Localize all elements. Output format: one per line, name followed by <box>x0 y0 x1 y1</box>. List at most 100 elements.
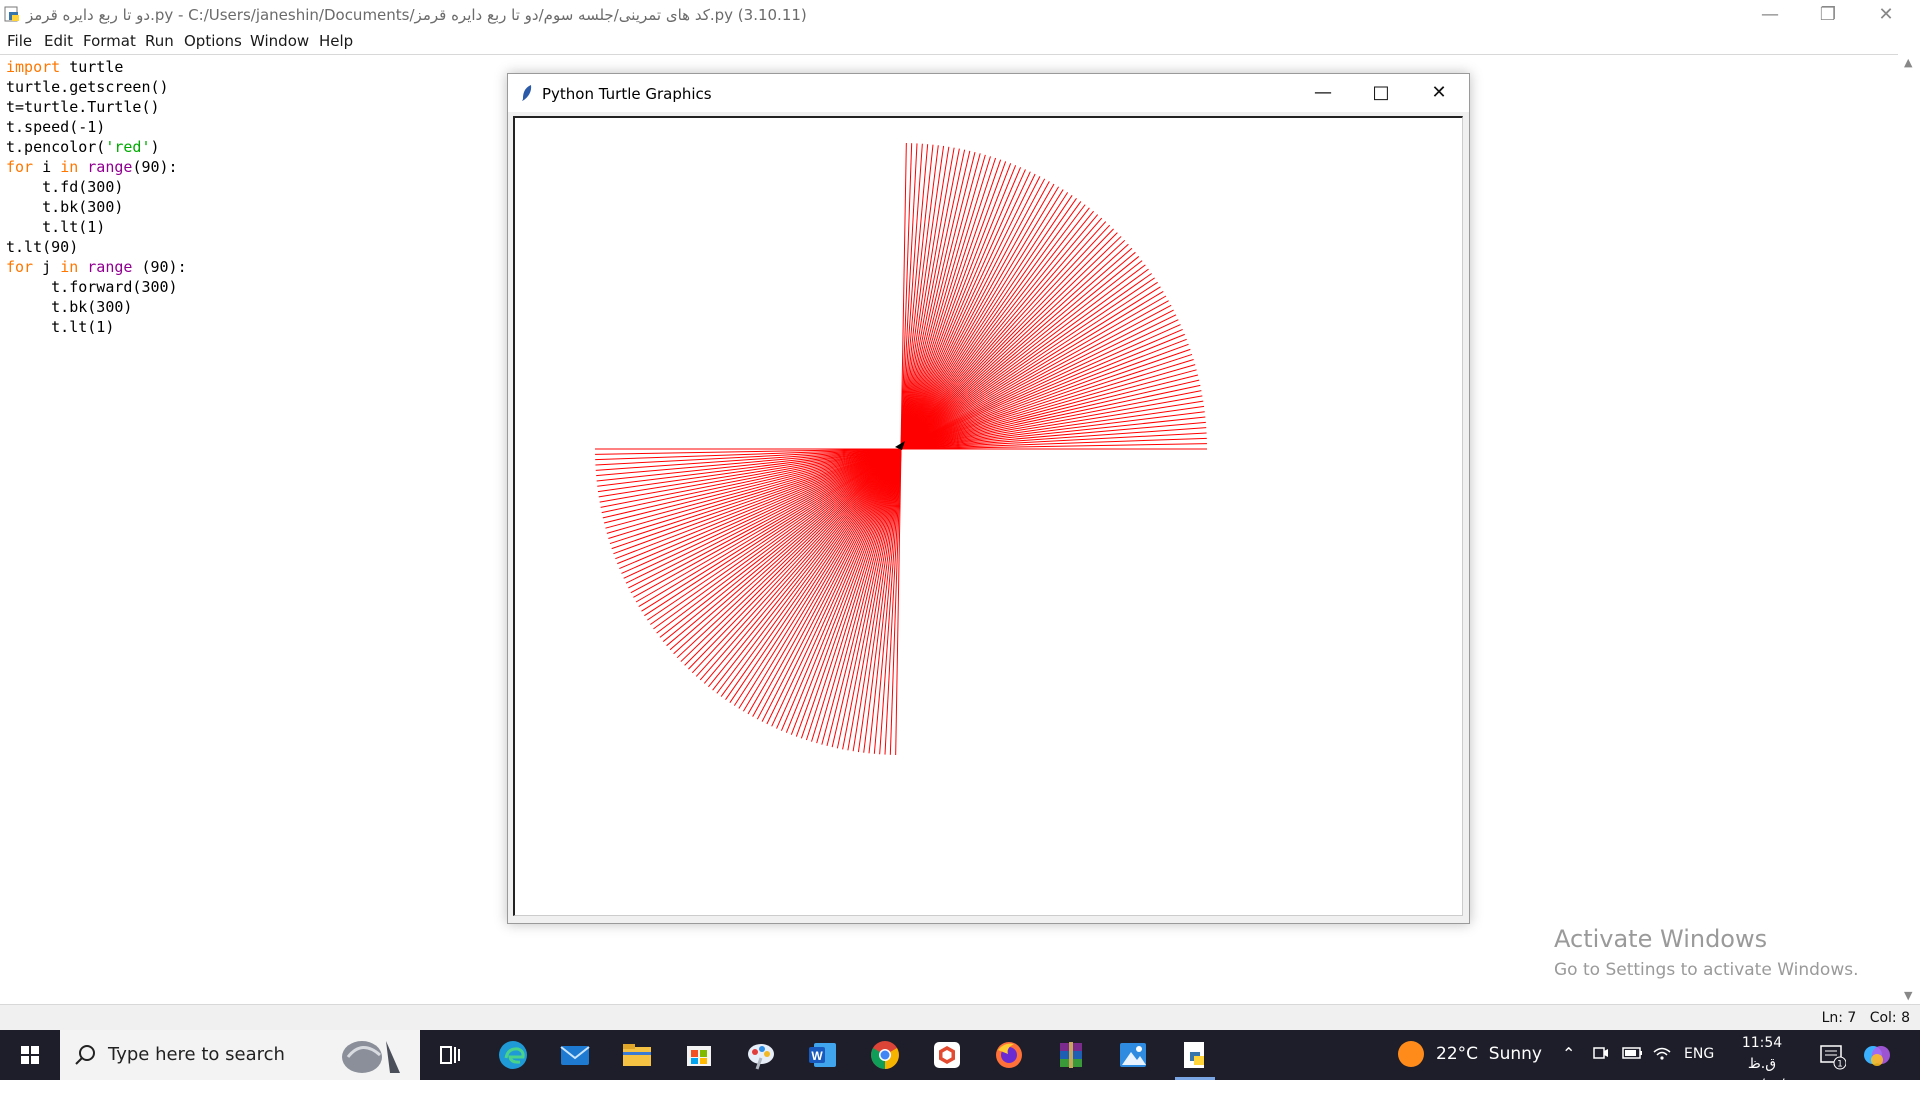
code-token: t.lt(1) <box>6 218 106 236</box>
code-token: import <box>6 58 61 76</box>
code-line: t.forward(300) <box>6 277 187 297</box>
svg-text:W: W <box>811 1049 823 1063</box>
code-token: turtle <box>60 58 124 76</box>
code-text[interactable]: import turtle turtle.getscreen() t=turtle.… <box>6 57 187 337</box>
code-token: t=turtle.Turtle() <box>6 98 160 116</box>
restore-button[interactable]: ❐ <box>1799 0 1857 30</box>
turtle-title-bar[interactable]: Python Turtle Graphics — □ ✕ <box>508 74 1469 112</box>
code-token: range <box>87 258 133 276</box>
code-token: t.speed(-1) <box>6 118 106 136</box>
code-line: t=turtle.Turtle() <box>6 97 187 117</box>
scroll-up-icon[interactable]: ▲ <box>1904 56 1912 69</box>
turtle-window[interactable]: Python Turtle Graphics — □ ✕ <box>507 73 1470 924</box>
chrome-icon[interactable] <box>868 1038 902 1072</box>
search-highlight-icon <box>342 1041 400 1073</box>
ray-lower-left <box>641 448 902 612</box>
code-token: i <box>33 158 61 176</box>
copilot-icon[interactable] <box>1862 1041 1892 1069</box>
clock-date: ۱۴۰۳/۰۷/۲۵ <box>1730 1077 1800 1093</box>
python-file-icon <box>4 6 19 22</box>
turtle-minimize-button[interactable]: — <box>1294 74 1352 112</box>
task-view-icon[interactable] <box>432 1038 466 1072</box>
code-token: t.lt(90) <box>6 238 79 256</box>
idle-title-bar[interactable]: دو تا ربع دایره قرمز.py - C:/Users/janes… <box>0 0 1920 30</box>
code-line: for j in range (90): <box>6 257 187 277</box>
code-token: 'red' <box>105 138 151 156</box>
turtle-drawing <box>595 143 1207 755</box>
feather-icon <box>522 85 532 101</box>
weather-sun-icon[interactable] <box>1398 1041 1424 1067</box>
photos-icon[interactable] <box>1116 1038 1150 1072</box>
search-placeholder: Type here to search <box>108 1044 285 1065</box>
menu-format[interactable]: Format <box>83 32 136 50</box>
wifi-icon[interactable] <box>1652 1044 1672 1062</box>
status-bar: Ln: 7 Col: 8 <box>0 1004 1920 1031</box>
code-token: (90): <box>132 158 178 176</box>
meet-now-icon[interactable] <box>1592 1044 1610 1062</box>
clock[interactable]: 11:54 ق.ظ ۱۴۰۳/۰۷/۲۵ <box>1730 1033 1800 1096</box>
minimize-button[interactable]: — <box>1741 0 1799 30</box>
vertical-scrollbar[interactable]: ▲ ▼ <box>1900 54 1920 1004</box>
code-line: t.lt(90) <box>6 237 187 257</box>
winrar-icon[interactable] <box>1054 1038 1088 1072</box>
menu-window[interactable]: Window <box>250 32 309 50</box>
office-icon[interactable] <box>930 1038 964 1072</box>
cursor-position: Ln: 7 Col: 8 <box>1821 1010 1910 1026</box>
menu-edit[interactable]: Edit <box>44 32 73 50</box>
turtle-canvas[interactable] <box>513 116 1463 916</box>
code-token: for <box>6 258 34 276</box>
code-line: import turtle <box>6 57 187 77</box>
code-token: t.lt(1) <box>6 318 115 336</box>
file-explorer-icon[interactable] <box>620 1038 654 1072</box>
language-indicator[interactable]: ENG <box>1684 1046 1714 1062</box>
paint-icon[interactable] <box>744 1038 778 1072</box>
turtle-window-title: Python Turtle Graphics <box>542 85 712 103</box>
code-token: t.bk(300) <box>6 298 133 316</box>
chevron-up-icon[interactable]: ⌃ <box>1562 1044 1575 1063</box>
ray-upper-right <box>900 286 1161 450</box>
menu-run[interactable]: Run <box>145 32 174 50</box>
scroll-down-icon[interactable]: ▼ <box>1904 989 1912 1002</box>
store-icon[interactable] <box>682 1038 716 1072</box>
ray-lower-left <box>738 448 902 709</box>
ray-upper-right <box>900 189 1064 450</box>
turtle-close-button[interactable]: ✕ <box>1410 74 1468 112</box>
notification-count: 1 <box>1837 1060 1843 1070</box>
code-line: t.lt(1) <box>6 217 187 237</box>
taskbar-search-box[interactable]: Type here to search <box>60 1030 420 1080</box>
taskbar: Type here to search W 22°C Sunny ⌃ ENG 1… <box>0 1030 1920 1093</box>
clock-time: 11:54 ق.ظ <box>1741 1035 1783 1072</box>
code-line: t.fd(300) <box>6 177 187 197</box>
menu-help[interactable]: Help <box>319 32 353 50</box>
windows-logo-icon <box>21 1046 39 1064</box>
code-token: in <box>60 158 79 176</box>
code-token: t.fd(300) <box>6 178 124 196</box>
code-token: for <box>6 158 34 176</box>
code-token: range <box>87 158 133 176</box>
turtle-maximize-button[interactable]: □ <box>1352 74 1410 112</box>
notification-center-icon[interactable]: 1 <box>1818 1042 1846 1070</box>
code-token: t.bk(300) <box>6 198 124 216</box>
idle-window-title: دو تا ربع دایره قرمز.py - C:/Users/janes… <box>26 6 807 24</box>
menu-file[interactable]: File <box>7 32 32 50</box>
word-icon[interactable]: W <box>806 1038 840 1072</box>
mail-icon[interactable] <box>558 1038 592 1072</box>
code-token: t.forward(300) <box>6 278 178 296</box>
code-line: for i in range(90): <box>6 157 187 177</box>
start-button[interactable] <box>0 1030 60 1080</box>
battery-icon[interactable] <box>1622 1044 1644 1062</box>
edge-icon[interactable] <box>496 1038 530 1072</box>
code-line: t.bk(300) <box>6 297 187 317</box>
code-line: t.pencolor('red') <box>6 137 187 157</box>
close-button[interactable]: ✕ <box>1857 0 1915 30</box>
code-token: turtle.getscreen() <box>6 78 169 96</box>
activate-windows-title: Activate Windows <box>1554 925 1768 953</box>
menu-options[interactable]: Options <box>184 32 242 50</box>
python-idle-icon[interactable] <box>1178 1038 1212 1072</box>
code-token: in <box>60 258 79 276</box>
firefox-icon[interactable] <box>992 1038 1026 1072</box>
weather-text[interactable]: 22°C Sunny <box>1436 1044 1542 1064</box>
code-token: (90): <box>132 258 187 276</box>
code-line: t.bk(300) <box>6 197 187 217</box>
